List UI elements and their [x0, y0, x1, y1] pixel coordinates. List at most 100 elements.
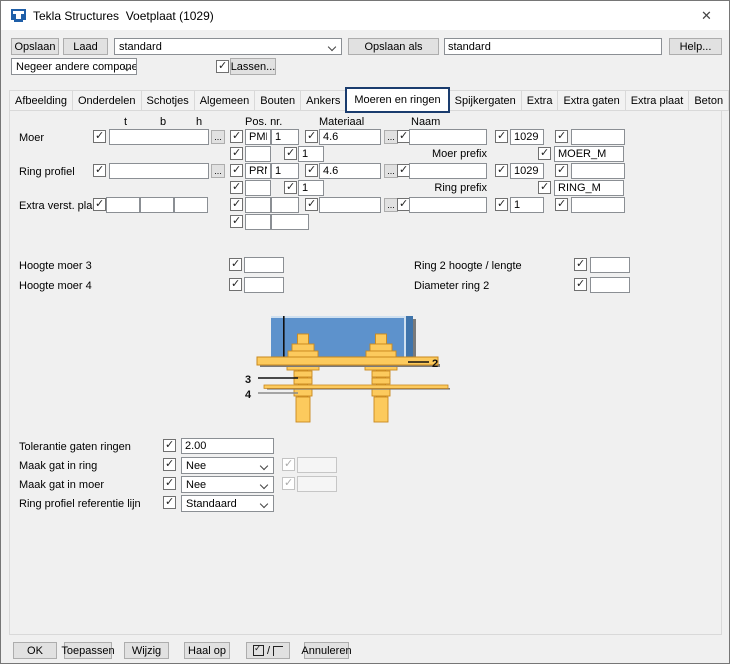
extra-pos-prefix-field[interactable]	[245, 197, 271, 213]
ring-eind-field[interactable]	[571, 163, 625, 179]
extra-materiaal-browse-button[interactable]: ...	[384, 198, 398, 212]
ring-profiel-field[interactable]	[109, 163, 209, 179]
lassen-button[interactable]: Lassen...	[230, 58, 276, 75]
ring-profiel-browse-button[interactable]: ...	[211, 164, 225, 178]
hoogte-moer-4-field[interactable]	[244, 277, 284, 293]
opslaan-als-button[interactable]: Opslaan als	[348, 38, 439, 55]
haal-op-button[interactable]: Haal op	[184, 642, 230, 659]
tab-moeren-en-ringen[interactable]: Moeren en ringen	[345, 87, 450, 113]
checkbox-moer-sub[interactable]	[230, 146, 243, 160]
moer-eind-field[interactable]	[571, 129, 625, 145]
extra-naam-field[interactable]	[409, 197, 487, 213]
checkbox-gat-moer[interactable]	[163, 476, 176, 490]
checkbox-ring-pos[interactable]	[230, 163, 243, 177]
tab-extra-plaat[interactable]: Extra plaat	[624, 90, 690, 111]
tab-onderdelen[interactable]: Onderdelen	[72, 90, 142, 111]
ring-pos-prefix-field[interactable]	[245, 163, 271, 179]
laad-button[interactable]: Laad	[63, 38, 108, 55]
diameter-ring2-field[interactable]	[590, 277, 630, 293]
wijzig-button[interactable]: Wijzig	[124, 642, 169, 659]
tab-ankers[interactable]: Ankers	[300, 90, 347, 111]
moer-prefix-field[interactable]	[554, 146, 624, 162]
checkbox-ring-eind[interactable]	[555, 163, 568, 177]
tab-beton[interactable]: Beton	[688, 90, 729, 111]
toepassen-button[interactable]: Toepassen	[61, 642, 115, 659]
moer-naam-field[interactable]	[409, 129, 487, 145]
ring-naam-field[interactable]	[409, 163, 487, 179]
checkbox-ring-prefix[interactable]	[538, 180, 551, 194]
moer-materiaal-field[interactable]	[319, 129, 381, 145]
extra-materiaal-field[interactable]	[319, 197, 381, 213]
moer-profiel-browse-button[interactable]: ...	[211, 130, 225, 144]
tab-extra[interactable]: Extra	[520, 90, 559, 111]
checkbox-moer-eind[interactable]	[555, 129, 568, 143]
tab-schotjes[interactable]: Schotjes	[140, 90, 195, 111]
annuleren-button[interactable]: Annuleren	[301, 642, 352, 659]
ring-prefix-field[interactable]	[554, 180, 624, 196]
checkbox-tolerantie[interactable]	[163, 438, 176, 452]
checkbox-ring-profiel[interactable]	[93, 163, 106, 177]
checkbox-moer-sub-pos[interactable]	[284, 146, 297, 160]
checkbox-moer-materiaal[interactable]	[305, 129, 318, 143]
checkbox-extra-materiaal[interactable]	[305, 197, 318, 211]
extra-pos-nr-field[interactable]	[271, 197, 299, 213]
extra-t-field[interactable]	[106, 197, 140, 213]
checkbox-moer-profiel[interactable]	[93, 129, 106, 143]
ring-klasse-field[interactable]	[510, 163, 544, 179]
checkbox-extra-pos[interactable]	[230, 197, 243, 211]
tab-extra-gaten[interactable]: Extra gaten	[557, 90, 626, 111]
tab-afbeelding[interactable]: Afbeelding	[9, 90, 73, 111]
checkbox-extra-afmetingen[interactable]	[93, 197, 106, 211]
preset-combo[interactable]: standard	[114, 38, 342, 55]
help-button[interactable]: Help...	[669, 38, 722, 55]
close-icon[interactable]: ✕	[684, 1, 729, 30]
checkbox-extra-klasse[interactable]	[495, 197, 508, 211]
extra-sub-field-1[interactable]	[245, 214, 271, 230]
moer-profiel-field[interactable]	[109, 129, 209, 145]
ring2-hoogte-field[interactable]	[590, 257, 630, 273]
moer-pos-nr-field[interactable]	[271, 129, 299, 145]
extra-h-field[interactable]	[174, 197, 208, 213]
checkbox-diameter-ring2[interactable]	[574, 277, 587, 291]
moer-pos-prefix-field[interactable]	[245, 129, 271, 145]
tab-spijkergaten[interactable]: Spijkergaten	[448, 90, 522, 111]
checkbox-lassen[interactable]	[216, 59, 229, 73]
toggle-all-checkboxes-button[interactable]: /	[246, 642, 290, 659]
gat-ring-combo[interactable]: Nee	[181, 457, 274, 474]
hoogte-moer-3-field[interactable]	[244, 257, 284, 273]
checkbox-hoogte-moer-4[interactable]	[229, 277, 242, 291]
checkbox-moer-pos[interactable]	[230, 129, 243, 143]
checkbox-extra-sub[interactable]	[230, 214, 243, 228]
checkbox-ref-lijn[interactable]	[163, 495, 176, 509]
tab-bouten[interactable]: Bouten	[254, 90, 302, 111]
checkbox-ring-klasse[interactable]	[495, 163, 508, 177]
moer-sub-field[interactable]	[245, 146, 271, 162]
checkbox-gat-ring[interactable]	[163, 457, 176, 471]
tab-algemeen[interactable]: Algemeen	[193, 90, 256, 111]
checkbox-ring2-hoogte[interactable]	[574, 257, 587, 271]
ring-materiaal-field[interactable]	[319, 163, 381, 179]
ref-lijn-combo[interactable]: Standaard	[181, 495, 274, 512]
opslaan-button[interactable]: Opslaan	[11, 38, 59, 55]
ring-materiaal-browse-button[interactable]: ...	[384, 164, 398, 178]
checkbox-hoogte-moer-3[interactable]	[229, 257, 242, 271]
tolerantie-field[interactable]	[181, 438, 274, 454]
negeer-combo[interactable]: Negeer andere compone	[11, 58, 137, 75]
checkbox-extra-eind[interactable]	[555, 197, 568, 211]
ring-sub-pos-field[interactable]	[298, 180, 324, 196]
moer-sub-pos-field[interactable]	[298, 146, 324, 162]
checkbox-ring-sub[interactable]	[230, 180, 243, 194]
moer-klasse-field[interactable]	[510, 129, 544, 145]
checkbox-ring-sub-pos[interactable]	[284, 180, 297, 194]
extra-klasse-field[interactable]	[510, 197, 544, 213]
extra-sub-field-2[interactable]	[271, 214, 309, 230]
extra-eind-field[interactable]	[571, 197, 625, 213]
extra-b-field[interactable]	[140, 197, 174, 213]
ring-pos-nr-field[interactable]	[271, 163, 299, 179]
gat-moer-combo[interactable]: Nee	[181, 476, 274, 493]
ok-button[interactable]: OK	[13, 642, 57, 659]
checkbox-moer-klasse[interactable]	[495, 129, 508, 143]
opslaan-als-input[interactable]	[444, 38, 662, 55]
ring-sub-field[interactable]	[245, 180, 271, 196]
checkbox-moer-prefix[interactable]	[538, 146, 551, 160]
